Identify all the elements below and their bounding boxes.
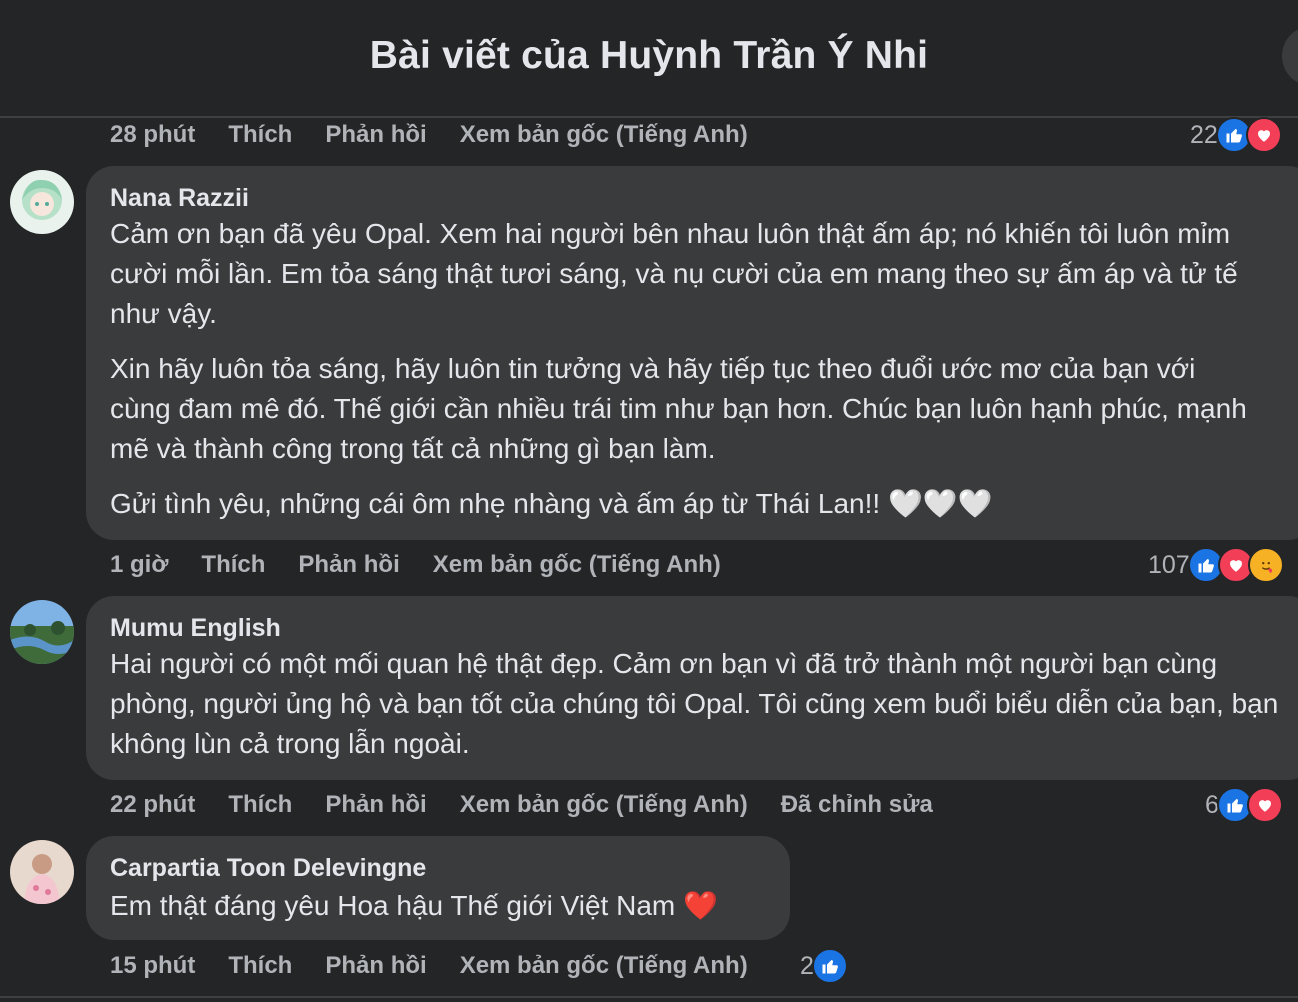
reaction-summary[interactable]: 6: [1205, 787, 1283, 823]
reaction-count: 22: [1190, 120, 1218, 149]
comment-bubble: Nana Razzii Cảm ơn bạn đã yêu Opal. Xem …: [86, 166, 1298, 540]
care-icon: [1247, 547, 1284, 583]
avatar[interactable]: [10, 600, 74, 664]
comment-text: Gửi tình yêu, những cái ôm nhẹ nhàng và …: [110, 488, 881, 519]
red-heart-emoji: ❤️: [683, 890, 718, 921]
comment-text: Em thật đáng yêu Hoa hậu Thế giới Việt N…: [110, 890, 676, 921]
comment-text-line: Em thật đáng yêu Hoa hậu Thế giới Việt N…: [110, 886, 718, 926]
avatar[interactable]: [10, 840, 74, 904]
comment-time[interactable]: 28 phút: [110, 121, 195, 149]
like-link[interactable]: Thích: [228, 791, 292, 819]
reaction-summary[interactable]: 2: [800, 948, 848, 984]
comment-actions: 15 phút Thích Phản hồi Xem bản gốc (Tiến…: [110, 949, 781, 983]
reaction-count: 107: [1148, 550, 1190, 579]
like-link[interactable]: Thích: [201, 551, 265, 579]
comment-author[interactable]: Carpartia Toon Delevingne: [110, 854, 426, 883]
love-icon: [1245, 117, 1282, 153]
avatar[interactable]: [10, 170, 74, 234]
reply-link[interactable]: Phản hồi: [325, 121, 426, 149]
see-original-link[interactable]: Xem bản gốc (Tiếng Anh): [460, 791, 748, 819]
comment-bubble: Carpartia Toon Delevingne Em thật đáng y…: [86, 836, 790, 940]
comment-time[interactable]: 22 phút: [110, 791, 195, 819]
reaction-summary[interactable]: 107: [1148, 547, 1284, 583]
comment-actions: 28 phút Thích Phản hồi Xem bản gốc (Tiến…: [110, 118, 781, 152]
comment-time[interactable]: 15 phút: [110, 952, 195, 980]
see-original-link[interactable]: Xem bản gốc (Tiếng Anh): [433, 551, 721, 579]
reply-link[interactable]: Phản hồi: [325, 791, 426, 819]
like-link[interactable]: Thích: [228, 121, 292, 149]
comment-time[interactable]: 1 giờ: [110, 551, 168, 579]
like-link[interactable]: Thích: [228, 952, 292, 980]
see-original-link[interactable]: Xem bản gốc (Tiếng Anh): [460, 952, 748, 980]
reply-link[interactable]: Phản hồi: [298, 551, 399, 579]
page-title: Bài viết của Huỳnh Trần Ý Nhi: [369, 34, 929, 77]
comment-actions: 1 giờ Thích Phản hồi Xem bản gốc (Tiếng …: [110, 548, 754, 582]
like-icon: [811, 948, 848, 984]
comment-bubble: Mumu English Hai người có một mối quan h…: [86, 596, 1298, 780]
comment-actions: 22 phút Thích Phản hồi Xem bản gốc (Tiến…: [110, 788, 966, 822]
comment-text: Cảm ơn bạn đã yêu Opal. Xem hai người bê…: [110, 218, 1238, 329]
comment-text: Xin hãy luôn tỏa sáng, hãy luôn tin tưởn…: [110, 353, 1247, 464]
comment-author[interactable]: Nana Razzii: [110, 184, 249, 213]
comment-author[interactable]: Mumu English: [110, 614, 281, 643]
edited-label[interactable]: Đã chỉnh sửa: [781, 791, 933, 819]
post-header: Bài viết của Huỳnh Trần Ý Nhi: [0, 0, 1298, 118]
reaction-summary[interactable]: 22: [1190, 117, 1282, 153]
love-icon: [1246, 787, 1283, 823]
see-original-link[interactable]: Xem bản gốc (Tiếng Anh): [460, 121, 748, 149]
comment-text: Hai người có một mối quan hệ thật đẹp. C…: [110, 648, 1279, 759]
comment-text-line: Gửi tình yêu, những cái ôm nhẹ nhàng và …: [110, 484, 1290, 524]
reply-link[interactable]: Phản hồi: [325, 952, 426, 980]
white-heart-emoji: 🤍🤍🤍: [887, 488, 993, 519]
divider: [0, 996, 1298, 998]
